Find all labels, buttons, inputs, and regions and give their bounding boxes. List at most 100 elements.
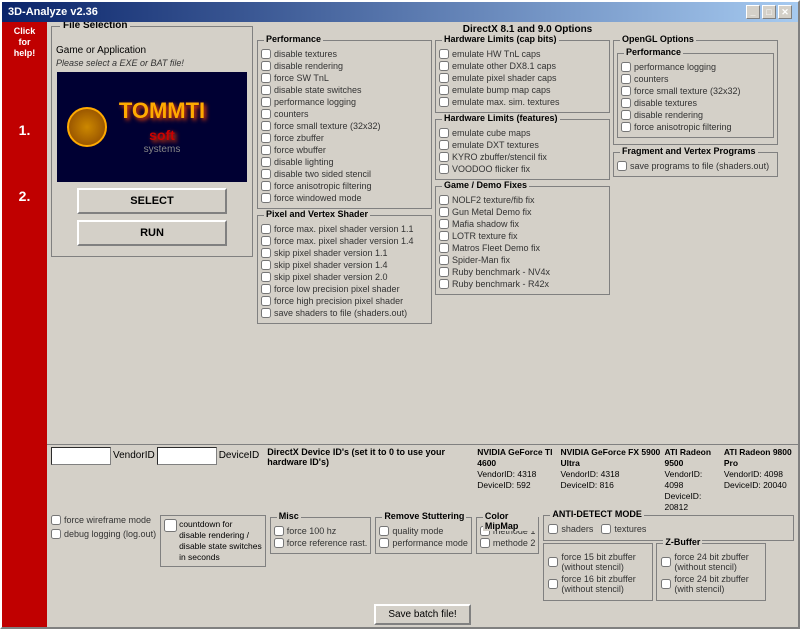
run-button[interactable]: RUN [77, 220, 227, 246]
checkbox-perf-items-5[interactable] [261, 109, 271, 119]
checkbox-hw-cap-items-2[interactable] [439, 73, 449, 83]
checkbox-perf-items-10[interactable] [261, 169, 271, 179]
force16-label: force 16 bit zbuffer(without stencil) [561, 574, 635, 594]
label-perf-items-2: force SW TnL [274, 73, 329, 83]
force24-item: force 24 bit zbuffer(without stencil) [661, 552, 761, 572]
performance-title: Performance [264, 34, 323, 44]
force-100hz-checkbox[interactable] [274, 526, 284, 536]
methode2-checkbox[interactable] [480, 538, 490, 548]
shaders-checkbox[interactable] [548, 524, 558, 534]
vendor-id-input[interactable] [51, 447, 111, 465]
checkbox-pv-items-4[interactable] [261, 272, 271, 282]
zbuffer-area: force 15 bit zbuffer(without stencil) fo… [543, 543, 794, 601]
checkbox-hw-cap-items-3[interactable] [439, 85, 449, 95]
select-button[interactable]: SELECT [77, 188, 227, 214]
minimize-button[interactable]: _ [746, 5, 760, 19]
checkbox-perf-items-6[interactable] [261, 121, 271, 131]
debug-logging-checkbox[interactable] [51, 529, 61, 539]
checkbox-perf-items-12[interactable] [261, 193, 271, 203]
countdown-checkbox[interactable] [164, 519, 177, 532]
save-batch-button[interactable]: Save batch file! [374, 604, 470, 625]
device-id-input[interactable] [157, 447, 217, 465]
checkbox-perf-items-2[interactable] [261, 73, 271, 83]
force15-item: force 15 bit zbuffer(without stencil) [548, 552, 648, 572]
force-ref-checkbox[interactable] [274, 538, 284, 548]
force-wireframe-label: force wireframe mode [64, 515, 151, 525]
checkbox-game-fix-items-5[interactable] [439, 255, 449, 265]
performance-group: Performance disable texturesdisable rend… [257, 40, 432, 209]
list-item: disable rendering [261, 61, 428, 71]
checkbox-ogl-perf-items-2[interactable] [621, 86, 631, 96]
maximize-button[interactable]: □ [762, 5, 776, 19]
force-wireframe-checkbox[interactable] [51, 515, 61, 525]
checkbox-pv-items-1[interactable] [261, 236, 271, 246]
close-button[interactable]: ✕ [778, 5, 792, 19]
force16-item: force 16 bit zbuffer(without stencil) [548, 574, 648, 594]
checkbox-ogl-perf-items-5[interactable] [621, 122, 631, 132]
checkbox-perf-items-1[interactable] [261, 61, 271, 71]
device-id-label: DeviceID [219, 450, 260, 461]
checkbox-pv-items-0[interactable] [261, 224, 271, 234]
checkbox-perf-items-7[interactable] [261, 133, 271, 143]
checkbox-pv-items-5[interactable] [261, 284, 271, 294]
checkbox-hw-feat-items-0[interactable] [439, 128, 449, 138]
label-perf-items-5: counters [274, 109, 309, 119]
perf-mode-item: performance mode [379, 538, 468, 548]
textures-label: textures [614, 524, 646, 534]
checkbox-perf-items-4[interactable] [261, 97, 271, 107]
checkbox-game-fix-items-1[interactable] [439, 207, 449, 217]
list-item: Ruby benchmark - NV4x [439, 267, 606, 277]
vendor-id-label: VendorID [113, 450, 155, 461]
game-label: Game or Application [56, 45, 248, 56]
checkbox-perf-items-0[interactable] [261, 49, 271, 59]
checkbox-perf-items-3[interactable] [261, 85, 271, 95]
checkbox-ogl-perf-items-3[interactable] [621, 98, 631, 108]
checkbox-game-fix-items-0[interactable] [439, 195, 449, 205]
checkbox-pv-items-7[interactable] [261, 308, 271, 318]
checkbox-pv-items-3[interactable] [261, 260, 271, 270]
checkbox-pv-items-6[interactable] [261, 296, 271, 306]
textures-checkbox[interactable] [601, 524, 611, 534]
force24s-checkbox[interactable] [661, 579, 671, 589]
checkbox-hw-feat-items-3[interactable] [439, 164, 449, 174]
opengl-perf-title: Performance [624, 47, 683, 57]
step2-label: 2. [19, 188, 31, 204]
checkbox-frag-vert-items-0[interactable] [617, 161, 627, 171]
list-item: force anisotropic filtering [621, 122, 770, 132]
label-perf-items-1: disable rendering [274, 61, 343, 71]
game-fixes-group: Game / Demo Fixes NOLF2 texture/fib fixG… [435, 186, 610, 295]
list-item: emulate max. sim. textures [439, 97, 606, 107]
label-game-fix-items-7: Ruby benchmark - R42x [452, 279, 549, 289]
checkbox-hw-cap-items-1[interactable] [439, 61, 449, 71]
checkbox-ogl-perf-items-0[interactable] [621, 62, 631, 72]
checkbox-game-fix-items-6[interactable] [439, 267, 449, 277]
checkbox-pv-items-2[interactable] [261, 248, 271, 258]
quality-mode-checkbox[interactable] [379, 526, 389, 536]
checkbox-hw-cap-items-0[interactable] [439, 49, 449, 59]
checkbox-perf-items-8[interactable] [261, 145, 271, 155]
file-path-display: Please select a EXE or BAT file! [56, 58, 248, 68]
checkbox-hw-feat-items-2[interactable] [439, 152, 449, 162]
checkbox-game-fix-items-4[interactable] [439, 243, 449, 253]
device-ids-row: VendorID DeviceID DirectX Device ID's (s… [51, 447, 794, 513]
click-help-button[interactable]: Click for help! [14, 26, 36, 58]
checkbox-game-fix-items-7[interactable] [439, 279, 449, 289]
force15-checkbox[interactable] [548, 557, 558, 567]
checkbox-game-fix-items-2[interactable] [439, 219, 449, 229]
anti-detect-title: ANTI-DETECT MODE [550, 509, 644, 519]
force16-checkbox[interactable] [548, 579, 558, 589]
label-hw-cap-items-4: emulate max. sim. textures [452, 97, 560, 107]
checkbox-ogl-perf-items-1[interactable] [621, 74, 631, 84]
force24-checkbox[interactable] [661, 557, 671, 567]
checkbox-perf-items-9[interactable] [261, 157, 271, 167]
checkbox-hw-cap-items-4[interactable] [439, 97, 449, 107]
label-hw-feat-items-2: KYRO zbuffer/stencil fix [452, 152, 547, 162]
checkbox-game-fix-items-3[interactable] [439, 231, 449, 241]
checkbox-ogl-perf-items-4[interactable] [621, 110, 631, 120]
title-bar: 3D-Analyze v2.36 _ □ ✕ [2, 2, 798, 22]
label-perf-items-3: disable state switches [274, 85, 362, 95]
perf-mode-checkbox[interactable] [379, 538, 389, 548]
checkbox-perf-items-11[interactable] [261, 181, 271, 191]
force24-label: force 24 bit zbuffer(without stencil) [674, 552, 748, 572]
checkbox-hw-feat-items-1[interactable] [439, 140, 449, 150]
